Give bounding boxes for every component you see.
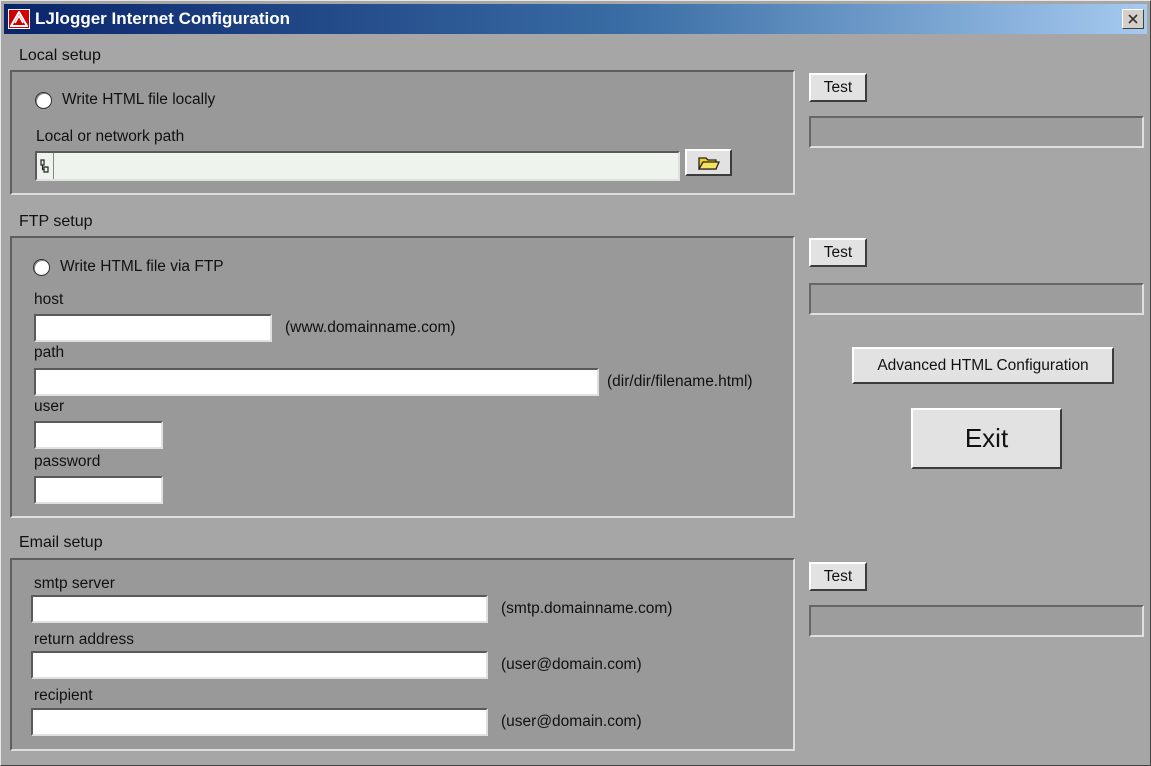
close-button[interactable] <box>1122 9 1144 29</box>
local-test-button[interactable]: Test <box>809 73 867 102</box>
ftp-path-input[interactable] <box>34 368 599 396</box>
write-locally-label: Write HTML file locally <box>62 91 216 108</box>
write-ftp-radio[interactable] <box>33 259 50 276</box>
ftp-path-hint: (dir/dir/filename.html) <box>607 373 753 390</box>
smtp-server-label: smtp server <box>34 575 115 592</box>
email-test-button[interactable]: Test <box>809 562 867 591</box>
return-address-hint: (user@domain.com) <box>501 656 642 673</box>
local-setup-title: Local setup <box>19 47 101 64</box>
close-icon <box>1128 14 1138 24</box>
recipient-input[interactable] <box>31 708 488 736</box>
write-locally-radio[interactable] <box>35 92 52 109</box>
return-address-input[interactable] <box>31 651 488 679</box>
ftp-test-status <box>809 283 1144 315</box>
smtp-server-input[interactable] <box>31 595 488 623</box>
ftp-host-hint: (www.domainname.com) <box>285 319 456 336</box>
config-window: LJlogger Internet Configuration Local se… <box>0 0 1151 766</box>
local-test-status <box>809 116 1144 148</box>
write-ftp-label: Write HTML file via FTP <box>60 258 224 275</box>
ftp-host-label: host <box>34 291 64 308</box>
ftp-setup-title: FTP setup <box>19 213 93 230</box>
title-bar[interactable]: LJlogger Internet Configuration <box>4 4 1147 34</box>
email-test-status <box>809 605 1144 637</box>
email-setup-title: Email setup <box>19 534 103 551</box>
advanced-html-config-button[interactable]: Advanced HTML Configuration <box>852 347 1114 384</box>
folder-open-icon <box>697 156 720 170</box>
recipient-label: recipient <box>34 687 93 704</box>
smtp-server-hint: (smtp.domainname.com) <box>501 600 673 617</box>
ftp-user-label: user <box>34 398 65 415</box>
app-logo-icon <box>8 9 30 29</box>
ftp-host-input[interactable] <box>34 314 272 342</box>
ftp-path-label: path <box>34 344 65 361</box>
browse-folder-button[interactable] <box>685 149 732 176</box>
ftp-password-input[interactable] <box>34 476 163 504</box>
drive-icon <box>37 153 54 179</box>
ftp-password-label: password <box>34 453 101 470</box>
local-path-label: Local or network path <box>36 128 185 145</box>
window-title: LJlogger Internet Configuration <box>35 9 290 28</box>
exit-button[interactable]: Exit <box>911 408 1062 469</box>
return-address-label: return address <box>34 631 134 648</box>
recipient-hint: (user@domain.com) <box>501 713 642 730</box>
ftp-test-button[interactable]: Test <box>809 238 867 267</box>
ftp-user-input[interactable] <box>34 421 163 449</box>
local-path-input[interactable] <box>35 151 680 181</box>
